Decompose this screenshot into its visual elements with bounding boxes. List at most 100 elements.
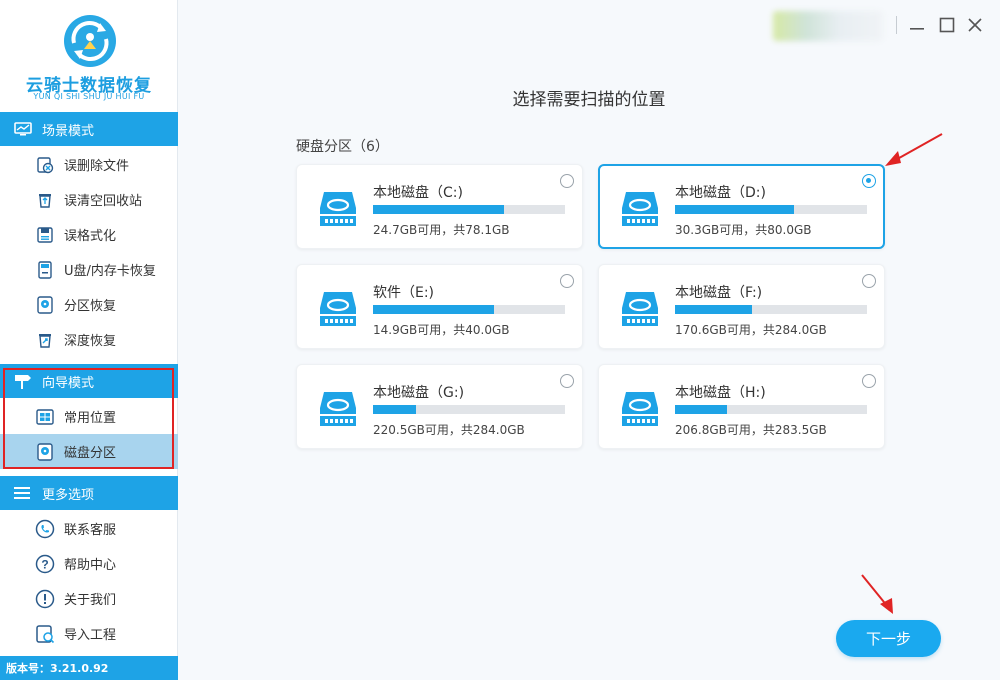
disk-radio[interactable] xyxy=(560,274,574,288)
section-guide-mode-label: 向导模式 xyxy=(42,375,95,391)
close-icon[interactable] xyxy=(964,14,986,36)
nav-item-label: 磁盘分区 xyxy=(64,446,117,461)
hard-disk-icon xyxy=(320,192,356,226)
delete-file-icon xyxy=(35,155,55,175)
disk-capacity: 30.3GB可用，共80.0GB xyxy=(675,223,812,237)
disk-usage-bar xyxy=(373,405,565,414)
nav-item-common-locations[interactable]: 常用位置 xyxy=(0,399,178,434)
sidebar: 云骑士数据恢复 YUN QI SHI SHU JU HUI FU 场景模式 误删… xyxy=(0,0,178,680)
disk-card[interactable]: 本地磁盘（D:) 30.3GB可用，共80.0GB xyxy=(598,164,885,249)
partition-icon xyxy=(35,295,55,315)
disk-card[interactable]: 本地磁盘（F:) 170.6GB可用，共284.0GB xyxy=(598,264,885,349)
maximize-icon[interactable] xyxy=(936,14,958,36)
app-logo-icon xyxy=(64,15,116,67)
minimize-icon[interactable] xyxy=(906,14,928,36)
windows-icon xyxy=(35,407,55,427)
disk-radio[interactable] xyxy=(560,374,574,388)
nav-item-recycle-bin[interactable]: 误清空回收站 xyxy=(0,182,178,217)
disk-usage-fill xyxy=(373,405,416,414)
nav-item-format[interactable]: 误格式化 xyxy=(0,217,178,252)
hard-disk-icon xyxy=(622,392,658,426)
import-icon xyxy=(35,624,55,644)
section-scene-mode-label: 场景模式 xyxy=(42,123,95,139)
disk-capacity: 220.5GB可用，共284.0GB xyxy=(373,423,525,437)
arrow-to-next-button xyxy=(861,574,893,614)
signpost-icon xyxy=(14,373,34,389)
disk-radio[interactable] xyxy=(862,174,876,188)
disk-radio[interactable] xyxy=(862,274,876,288)
nav-item-label: 关于我们 xyxy=(64,593,117,608)
nav-item-usb-card[interactable]: U盘/内存卡恢复 xyxy=(0,252,178,287)
disk-card[interactable]: 软件（E:) 14.9GB可用，共40.0GB xyxy=(296,264,583,349)
nav-item-label: 帮助中心 xyxy=(64,558,117,573)
deep-recovery-icon xyxy=(35,330,55,350)
section-more-options-label: 更多选项 xyxy=(42,487,95,503)
svg-text:?: ? xyxy=(41,557,48,571)
disk-group-label: 硬盘分区（6） xyxy=(296,139,389,155)
nav-item-about-us[interactable]: 关于我们 xyxy=(0,581,178,616)
nav-item-deleted-files[interactable]: 误删除文件 xyxy=(0,147,178,182)
section-more-options: 更多选项 xyxy=(0,476,178,510)
disk-usage-bar xyxy=(675,405,867,414)
help-icon: ? xyxy=(35,554,55,574)
usb-card-icon xyxy=(35,260,55,280)
nav-item-label: 分区恢复 xyxy=(64,299,117,314)
disk-capacity: 170.6GB可用，共284.0GB xyxy=(675,323,827,337)
disk-usage-bar xyxy=(373,205,565,214)
hard-disk-icon xyxy=(622,292,658,326)
recycle-bin-icon xyxy=(35,190,55,210)
disk-usage-fill xyxy=(373,305,494,314)
disk-usage-fill xyxy=(373,205,505,214)
disk-name: 本地磁盘（G:) xyxy=(373,385,465,401)
disk-card[interactable]: 本地磁盘（H:) 206.8GB可用，共283.5GB xyxy=(598,364,885,449)
monitor-icon xyxy=(14,121,34,137)
version-label: 版本号：3.21.0.92 xyxy=(0,656,178,680)
disk-usage-fill xyxy=(675,305,752,314)
nav-item-label: 误删除文件 xyxy=(64,159,130,174)
disk-name: 本地磁盘（F:) xyxy=(675,285,763,301)
menu-icon xyxy=(14,485,34,501)
disk-name: 本地磁盘（H:) xyxy=(675,385,766,401)
next-button[interactable]: 下一步 xyxy=(836,620,941,657)
nav-item-label: 误格式化 xyxy=(64,229,117,244)
nav-item-deep-recovery[interactable]: 深度恢复 xyxy=(0,322,178,357)
hard-disk-icon xyxy=(320,392,356,426)
disk-usage-bar xyxy=(675,305,867,314)
logo-area: 云骑士数据恢复 YUN QI SHI SHU JU HUI FU xyxy=(0,0,177,112)
nav-item-label: 常用位置 xyxy=(64,411,117,426)
page-title: 选择需要扫描的位置 xyxy=(512,90,666,110)
disk-card[interactable]: 本地磁盘（G:) 220.5GB可用，共284.0GB xyxy=(296,364,583,449)
section-scene-mode: 场景模式 xyxy=(0,112,178,146)
section-guide-mode: 向导模式 xyxy=(0,364,178,398)
disk-capacity: 14.9GB可用，共40.0GB xyxy=(373,323,510,337)
title-bar-divider xyxy=(896,16,897,34)
user-avatar[interactable] xyxy=(773,11,883,41)
info-icon xyxy=(35,589,55,609)
disk-usage-fill xyxy=(675,205,795,214)
nav-item-help-center[interactable]: ? 帮助中心 xyxy=(0,546,178,581)
nav-item-label: 深度恢复 xyxy=(64,334,117,349)
nav-item-import-project[interactable]: 导入工程 xyxy=(0,616,178,651)
disk-radio[interactable] xyxy=(560,174,574,188)
hard-disk-icon xyxy=(320,292,356,326)
disk-capacity: 206.8GB可用，共283.5GB xyxy=(675,423,827,437)
nav-item-label: U盘/内存卡恢复 xyxy=(64,264,156,279)
nav-item-label: 导入工程 xyxy=(64,628,117,643)
nav-item-contact-support[interactable]: 联系客服 xyxy=(0,511,178,546)
nav-item-disk-partition[interactable]: 磁盘分区 xyxy=(0,434,178,469)
arrow-to-selected-disk xyxy=(885,133,943,166)
disk-radio[interactable] xyxy=(862,374,876,388)
disk-capacity: 24.7GB可用，共78.1GB xyxy=(373,223,510,237)
nav-item-partition-recovery[interactable]: 分区恢复 xyxy=(0,287,178,322)
app-subtitle: YUN QI SHI SHU JU HUI FU xyxy=(33,92,145,101)
disk-card[interactable]: 本地磁盘（C:) 24.7GB可用，共78.1GB xyxy=(296,164,583,249)
nav-item-label: 联系客服 xyxy=(64,523,117,538)
format-icon xyxy=(35,225,55,245)
disk-name: 软件（E:) xyxy=(373,285,435,301)
disk-name: 本地磁盘（D:) xyxy=(675,185,766,201)
hard-disk-icon xyxy=(622,192,658,226)
disk-usage-bar xyxy=(675,205,867,214)
disk-usage-bar xyxy=(373,305,565,314)
disk-name: 本地磁盘（C:) xyxy=(373,185,463,201)
disk-partition-icon xyxy=(35,442,55,462)
